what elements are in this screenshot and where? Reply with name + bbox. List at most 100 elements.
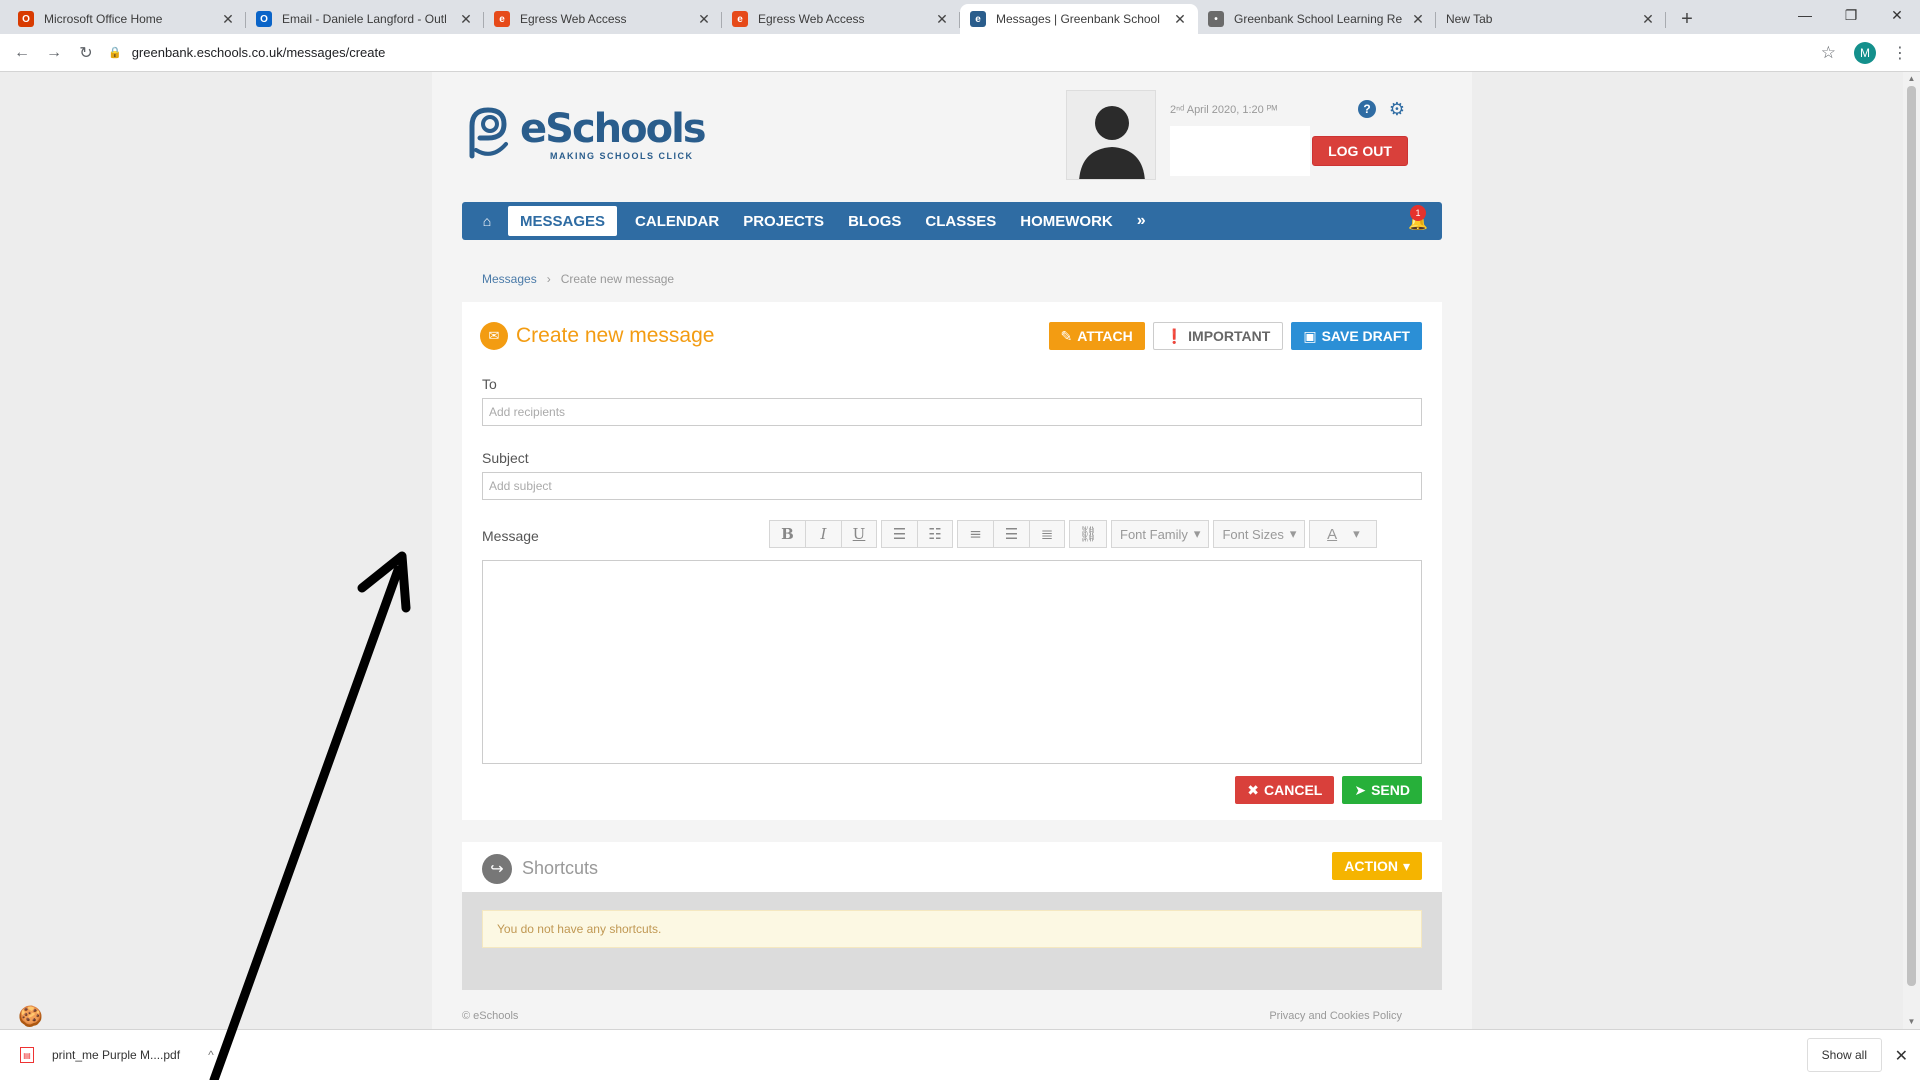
action-label: ACTION [1344, 858, 1398, 874]
school-icon: • [1208, 11, 1224, 27]
attach-button[interactable]: ✎ ATTACH [1048, 322, 1145, 350]
profile-avatar[interactable]: M [1854, 41, 1876, 64]
cancel-label: CANCEL [1264, 782, 1323, 798]
scrollbar-thumb[interactable] [1907, 86, 1916, 986]
font-sizes-dropdown[interactable]: Font Sizes ▾ [1213, 520, 1306, 548]
caret-down-icon: ▾ [1193, 526, 1201, 541]
eschools-logo[interactable]: eSchools MAKING SCHOOLS CLICK [462, 104, 707, 166]
align-right-icon[interactable]: ≣ [1029, 520, 1065, 548]
copyright-text: © eSchools [462, 1010, 519, 1022]
nav-item-projects[interactable]: PROJECTS [731, 202, 836, 240]
nav-item-homework[interactable]: HOMEWORK [1008, 202, 1125, 240]
numbered-list-icon[interactable]: ☰ [881, 520, 917, 548]
browser-tab[interactable]: e Egress Web Access ✕ [484, 4, 722, 34]
chevron-up-icon[interactable]: ^ [208, 1048, 214, 1062]
action-dropdown-button[interactable]: ACTION ▾ [1332, 852, 1422, 880]
breadcrumb: Messages › Create new message [482, 272, 674, 286]
user-name-box [1170, 126, 1310, 176]
align-left-icon[interactable]: ≡ [957, 520, 993, 548]
site-footer: © eSchools Privacy and Cookies Policy [462, 1010, 1402, 1022]
eschools-logo-icon [469, 107, 508, 159]
minimize-icon[interactable]: — [1782, 0, 1828, 30]
nav-item-classes[interactable]: CLASSES [913, 202, 1008, 240]
restore-icon[interactable]: ❐ [1828, 0, 1874, 30]
browser-tab-strip: O Microsoft Office Home ✕ O Email - Dani… [0, 0, 1920, 34]
close-window-icon[interactable]: ✕ [1874, 0, 1920, 30]
main-nav: ⌂ MESSAGES CALENDAR PROJECTS BLOGS CLASS… [462, 202, 1442, 240]
browser-tab-active[interactable]: e Messages | Greenbank School ✕ [960, 4, 1198, 34]
download-item[interactable]: ▤ print_me Purple M....pdf ^ [20, 1047, 214, 1063]
subject-label: Subject [482, 450, 529, 466]
scroll-down-icon[interactable]: ▼ [1903, 1015, 1920, 1029]
site-header: eSchools MAKING SCHOOLS CLICK 2ⁿᵈ April … [462, 72, 1442, 202]
shortcuts-title: Shortcuts [522, 858, 599, 878]
align-center-icon[interactable]: ☰ [993, 520, 1029, 548]
message-editor[interactable] [482, 560, 1422, 764]
logo-brand-text: eSchools [520, 106, 707, 152]
address-bar: ← → ↻ 🔒 greenbank.eschools.co.uk/message… [0, 34, 1920, 72]
nav-item-blogs[interactable]: BLOGS [836, 202, 913, 240]
url-text: greenbank.eschools.co.uk/messages/create [131, 45, 386, 60]
url-field[interactable]: 🔒 greenbank.eschools.co.uk/messages/crea… [108, 39, 1821, 67]
user-silhouette-icon [1079, 106, 1145, 179]
download-bar: ▤ print_me Purple M....pdf ^ Show all ✕ [0, 1029, 1920, 1080]
show-all-button[interactable]: Show all [1806, 1038, 1882, 1072]
page-viewport: eSchools MAKING SCHOOLS CLICK 2ⁿᵈ April … [0, 72, 1920, 1029]
paperclip-icon: ✎ [1060, 327, 1073, 344]
close-icon[interactable]: ✕ [934, 11, 950, 28]
browser-tab[interactable]: O Microsoft Office Home ✕ [8, 4, 246, 34]
browser-tab[interactable]: • Greenbank School Learning Re ✕ [1198, 4, 1436, 34]
scroll-up-icon[interactable]: ▲ [1903, 72, 1920, 86]
floppy-disk-icon: ▣ [1303, 327, 1317, 344]
help-icon[interactable]: ? [1358, 100, 1376, 118]
caret-down-icon: ▾ [1402, 857, 1410, 874]
browser-tab[interactable]: O Email - Daniele Langford - Outl ✕ [246, 4, 484, 34]
close-icon[interactable]: ✕ [1172, 11, 1188, 28]
underline-button[interactable]: U [841, 520, 877, 548]
close-icon[interactable]: ✕ [696, 11, 712, 28]
back-icon[interactable]: ← [6, 37, 38, 69]
bullet-list-icon[interactable]: ☷ [917, 520, 953, 548]
bold-button[interactable]: B [769, 520, 805, 548]
font-sizes-label: Font Sizes [1222, 526, 1284, 542]
breadcrumb-messages-link[interactable]: Messages [482, 272, 537, 286]
new-tab-button[interactable]: + [1672, 4, 1702, 34]
close-icon[interactable]: ✕ [1895, 1046, 1908, 1066]
notification-badge: 1 [1410, 205, 1426, 221]
subject-input[interactable] [482, 472, 1422, 500]
home-icon[interactable]: ⌂ [472, 202, 502, 240]
nav-item-messages[interactable]: MESSAGES [508, 206, 618, 236]
bell-icon[interactable]: 🔔 1 [1408, 205, 1428, 232]
privacy-link[interactable]: Privacy and Cookies Policy [1269, 1010, 1402, 1022]
cancel-button[interactable]: ✖ CANCEL [1235, 776, 1335, 804]
browser-tab[interactable]: New Tab ✕ [1436, 4, 1666, 34]
logout-button[interactable]: LOG OUT [1312, 136, 1408, 166]
close-icon[interactable]: ✕ [1640, 11, 1656, 28]
important-button[interactable]: ❗ IMPORTANT [1152, 322, 1284, 350]
text-color-dropdown[interactable]: A ▾ [1309, 520, 1378, 548]
bookmark-star-icon[interactable]: ☆ [1821, 43, 1836, 63]
page-scrollbar[interactable]: ▲ ▼ [1903, 72, 1920, 1029]
link-icon[interactable]: ⛓ [1069, 520, 1107, 548]
send-label: SEND [1371, 782, 1410, 798]
attach-label: ATTACH [1077, 328, 1133, 344]
avatar[interactable] [1066, 90, 1156, 180]
send-button[interactable]: ➤ SEND [1342, 776, 1422, 804]
italic-button[interactable]: I [805, 520, 841, 548]
pdf-file-icon: ▤ [20, 1047, 34, 1063]
browser-menu-icon[interactable]: ⋮ [1892, 43, 1908, 63]
close-icon[interactable]: ✕ [1410, 11, 1426, 28]
gear-icon[interactable]: ⚙ [1388, 99, 1406, 119]
recipients-input[interactable] [482, 398, 1422, 426]
close-icon[interactable]: ✕ [220, 11, 236, 28]
forward-icon[interactable]: → [38, 37, 70, 69]
close-icon[interactable]: ✕ [458, 11, 474, 28]
reload-icon[interactable]: ↻ [70, 37, 102, 69]
save-draft-button[interactable]: ▣ SAVE DRAFT [1291, 322, 1422, 350]
nav-item-calendar[interactable]: CALENDAR [623, 202, 731, 240]
cookie-icon[interactable]: 🍪 [18, 1004, 46, 1028]
exclamation-circle-icon: ❗ [1165, 327, 1184, 344]
nav-more-button[interactable]: » [1125, 212, 1158, 230]
font-family-dropdown[interactable]: Font Family ▾ [1111, 520, 1210, 548]
browser-tab[interactable]: e Egress Web Access ✕ [722, 4, 960, 34]
